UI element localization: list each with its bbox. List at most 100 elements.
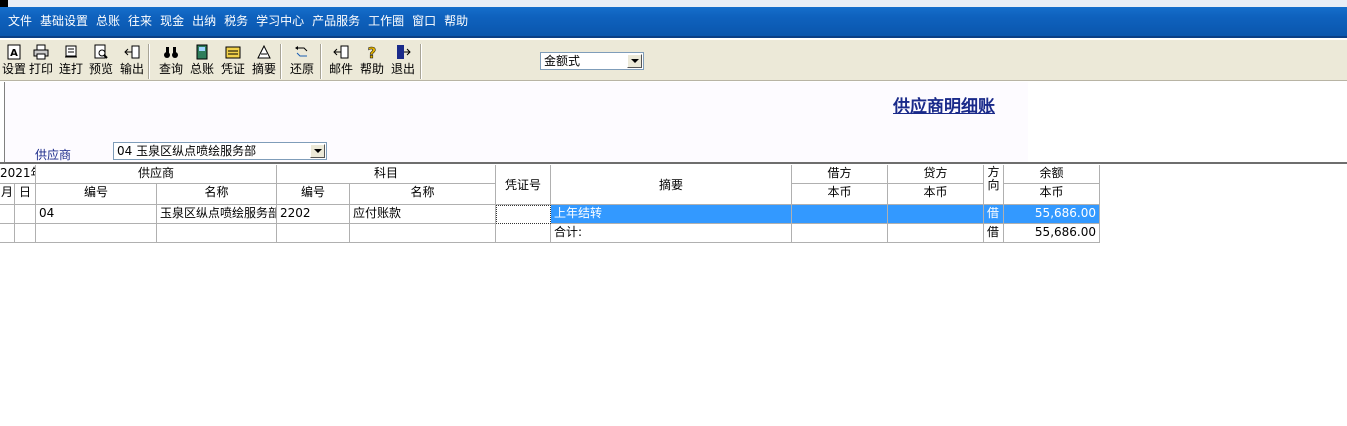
summary-icon [255, 43, 273, 61]
toolbar-button-label: 还原 [289, 62, 314, 76]
credit-header: 贷方 [888, 165, 984, 184]
toolbar-button-label: 邮件 [328, 62, 353, 76]
toolbar-button-label: 总账 [189, 62, 214, 76]
toolbar-button-label: 退出 [390, 62, 415, 76]
toolbar: A 设置 打印 连打 预览 输出 查询 总账 凭证 摘要 还原 邮件? 帮助 退出 金额式 [0, 40, 1347, 81]
toolbar-button-8[interactable]: 摘要 [249, 42, 279, 80]
cell-month[interactable] [0, 224, 15, 243]
cell-direction[interactable]: 借 [984, 205, 1004, 224]
cell-day[interactable] [15, 224, 36, 243]
credit-currency-header: 本币 [888, 184, 984, 205]
menu-item-7[interactable]: 学习中心 [252, 13, 308, 29]
cell-balance[interactable]: 55,686.00 [1004, 205, 1100, 224]
menu-bar: 文件 基础设置 总账 往来 现金 出纳 税务 学习中心 产品服务 工作圈 窗口 帮助 [0, 0, 1347, 38]
cell-subject-code[interactable]: 2202 [277, 205, 350, 224]
toolbar-button-label: 连打 [58, 62, 83, 76]
subject-group-header: 科目 [277, 165, 496, 184]
toolbar-button-label: 打印 [28, 62, 53, 76]
debit-currency-header: 本币 [792, 184, 888, 205]
cell-voucher[interactable] [496, 224, 551, 243]
cell-supplier-code[interactable] [36, 224, 157, 243]
format-select-value: 金额式 [544, 54, 581, 68]
cell-summary[interactable]: 合计: [551, 224, 792, 243]
cell-direction[interactable]: 借 [984, 224, 1004, 243]
preview-icon [92, 43, 110, 61]
continuous-print-icon [62, 43, 80, 61]
cell-supplier-code[interactable]: 04 [36, 205, 157, 224]
chevron-down-icon[interactable] [627, 54, 642, 68]
menu-item-11[interactable]: 帮助 [440, 13, 472, 29]
toolbar-button-12[interactable]: 退出 [388, 42, 418, 80]
menu-item-4[interactable]: 现金 [156, 13, 188, 29]
toolbar-separator [148, 44, 150, 79]
supplier-select-value: 04 玉泉区纵点喷绘服务部 [117, 144, 257, 158]
cell-credit[interactable] [888, 224, 984, 243]
supplier-group-header: 供应商 [36, 165, 277, 184]
menu-item-3[interactable]: 往来 [124, 13, 156, 29]
day-header: 日 [15, 184, 36, 205]
printer-icon [32, 43, 50, 61]
direction-header: 方向 [984, 165, 1004, 205]
toolbar-button-5[interactable]: 查询 [156, 42, 186, 80]
cell-supplier-name[interactable] [157, 224, 277, 243]
cell-debit[interactable] [792, 205, 888, 224]
toolbar-button-10[interactable]: 邮件 [326, 42, 356, 80]
format-select[interactable]: 金额式 [540, 52, 644, 70]
toolbar-button-3[interactable]: 预览 [86, 42, 116, 80]
supplier-code-header: 编号 [36, 184, 157, 205]
cell-subject-code[interactable] [277, 224, 350, 243]
cell-summary[interactable]: 上年结转 [551, 205, 792, 224]
cell-subject-name[interactable] [350, 224, 496, 243]
toolbar-separator [280, 44, 282, 79]
chevron-down-icon[interactable] [310, 144, 325, 158]
toolbar-button-label: 凭证 [220, 62, 245, 76]
binoculars-icon [162, 43, 180, 61]
subject-code-header: 编号 [277, 184, 350, 205]
toolbar-button-6[interactable]: 总账 [187, 42, 217, 80]
toolbar-button-9[interactable]: 还原 [287, 42, 317, 80]
help-icon: ? [363, 43, 381, 61]
toolbar-button-11[interactable]: ? 帮助 [357, 42, 387, 80]
month-header: 月 [0, 184, 15, 205]
menu-item-9[interactable]: 工作圈 [364, 13, 408, 29]
cell-debit[interactable] [792, 224, 888, 243]
menu-item-2[interactable]: 总账 [92, 13, 124, 29]
menu-item-1[interactable]: 基础设置 [36, 13, 92, 29]
year-header: 2021年 [0, 165, 36, 184]
cell-subject-name[interactable]: 应付账款 [350, 205, 496, 224]
balance-currency-header: 本币 [1004, 184, 1100, 205]
cell-supplier-name[interactable]: 玉泉区纵点喷绘服务部 [157, 205, 277, 224]
toolbar-button-2[interactable]: 连打 [56, 42, 86, 80]
cell-month[interactable] [0, 205, 15, 224]
toolbar-button-0[interactable]: A 设置 [0, 42, 29, 80]
voucher-header: 凭证号 [496, 165, 551, 205]
menu-item-6[interactable]: 税务 [220, 13, 252, 29]
menu-item-8[interactable]: 产品服务 [308, 13, 364, 29]
toolbar-button-4[interactable]: 输出 [117, 42, 147, 80]
svg-text:?: ? [368, 44, 377, 60]
cell-voucher[interactable] [496, 205, 551, 224]
toolbar-button-label: 帮助 [359, 62, 384, 76]
menu-item-5[interactable]: 出纳 [188, 13, 220, 29]
supplier-name-header: 名称 [157, 184, 277, 205]
svg-text:A: A [10, 48, 18, 59]
toolbar-button-7[interactable]: 凭证 [218, 42, 248, 80]
page-title: 供应商明细账 [893, 97, 995, 117]
settings-icon: A [5, 43, 23, 61]
supplier-label: 供应商 [35, 148, 72, 162]
divider [0, 162, 1347, 164]
voucher-icon [224, 43, 242, 61]
cell-day[interactable] [15, 205, 36, 224]
toolbar-button-label: 查询 [158, 62, 183, 76]
supplier-select[interactable]: 04 玉泉区纵点喷绘服务部 [113, 142, 327, 160]
ledger-icon [193, 43, 211, 61]
title-strip [0, 0, 1347, 7]
toolbar-separator [320, 44, 322, 79]
summary-header: 摘要 [551, 165, 792, 205]
toolbar-button-label: 输出 [119, 62, 144, 76]
menu-item-10[interactable]: 窗口 [408, 13, 440, 29]
menu-item-0[interactable]: 文件 [4, 13, 36, 29]
cell-credit[interactable] [888, 205, 984, 224]
toolbar-button-1[interactable]: 打印 [26, 42, 56, 80]
cell-balance[interactable]: 55,686.00 [1004, 224, 1100, 243]
